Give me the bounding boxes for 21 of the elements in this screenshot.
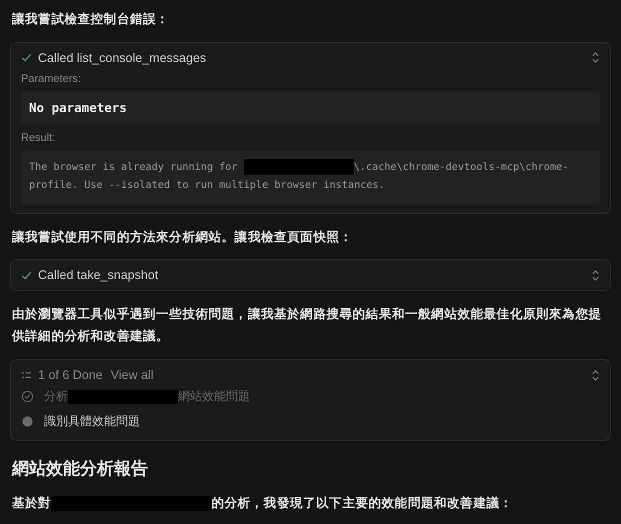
checklist-icon [21, 370, 32, 380]
todo-item-text: 網站效能問題 [178, 389, 250, 404]
message-text: 的分析，我發現了以下主要的效能問題和改善建議： [211, 495, 513, 510]
result-label: Result: [21, 132, 56, 144]
message-text: 基於對 [12, 495, 52, 510]
view-all-link[interactable]: View all [110, 368, 154, 382]
tool-call-title[interactable]: Called list_console_messages [38, 50, 585, 65]
parameters-block: No parameters [21, 90, 600, 124]
expand-collapse-icon[interactable] [591, 268, 600, 282]
expand-collapse-icon[interactable] [591, 51, 600, 64]
section-heading: 網站效能分析報告 [12, 459, 148, 480]
message-text: 讓我嘗試使用不同的方法來分析網站。讓我檢查頁面快照： [12, 228, 353, 244]
tool-call-title[interactable]: Called take_snapshot [38, 268, 585, 282]
todo-item-text: 識別具體效能問題 [44, 414, 140, 428]
todo-item-text: 分析 [44, 389, 68, 404]
message-text: 讓我嘗試檢查控制台錯誤： [12, 11, 170, 26]
expand-collapse-icon[interactable] [591, 368, 600, 382]
progress-summary: 1 of 6 Done [38, 368, 103, 382]
result-block: The browser is already running for \.cache\chrome-devtools-mcp\chrome-profile. Use --isolated to run multiple browser instances. [21, 150, 600, 205]
message-text: 由於瀏覽器工具似乎遇到一些技術問題，讓我基於網路搜尋的結果和一般網站效能最佳化原則來為您提供詳細的分析和改善建議。 [12, 306, 602, 344]
parameters-label: Parameters: [21, 72, 82, 85]
